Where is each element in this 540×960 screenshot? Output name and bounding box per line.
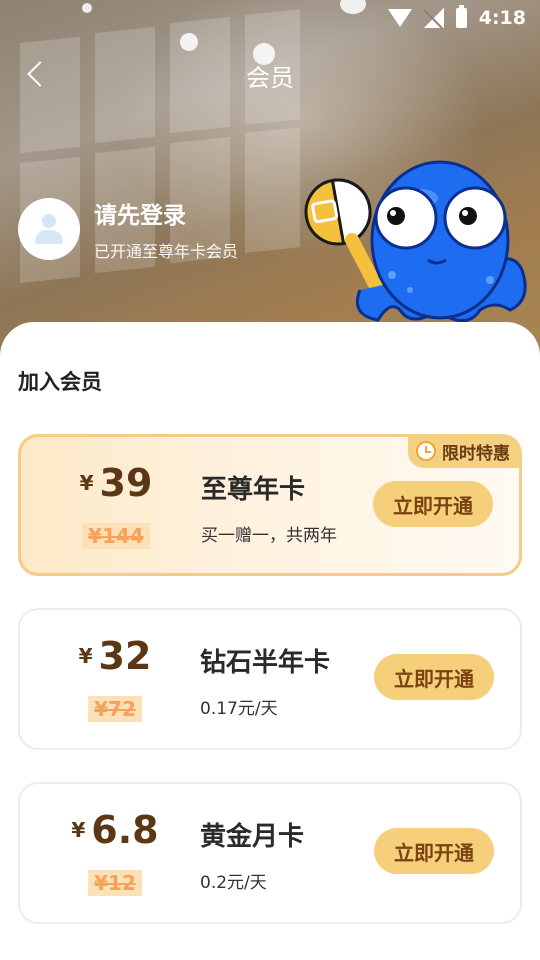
subscribe-button[interactable]: 立即开通 <box>373 481 493 527</box>
login-prompt[interactable]: 请先登录 <box>94 196 238 230</box>
original-price: ¥144 <box>82 523 150 549</box>
status-bar: 4:18 <box>0 0 540 36</box>
user-profile[interactable]: 请先登录 已开通至尊年卡会员 <box>18 196 238 262</box>
octopus-mascot-illustration <box>304 160 527 323</box>
currency-symbol: ¥ <box>78 644 93 668</box>
top-bar: 会员 <box>0 50 540 98</box>
currency-symbol: ¥ <box>71 818 86 842</box>
plan-price: ¥39 <box>21 461 211 505</box>
avatar[interactable] <box>18 198 80 260</box>
plan-name: 黄金月卡 <box>200 822 305 852</box>
badge-label: 限时特惠 <box>442 443 510 464</box>
price-amount: 39 <box>99 461 153 505</box>
plan-description: 买一赠一，共两年 <box>201 526 337 546</box>
subscribe-button[interactable]: 立即开通 <box>374 828 494 874</box>
signal-off-icon <box>423 8 444 28</box>
plan-card-annual[interactable]: 限时特惠 ¥39 ¥144 至尊年卡 买一赠一，共两年 立即开通 <box>18 434 522 576</box>
plan-card-monthly[interactable]: ¥6.8 ¥12 黄金月卡 0.2元/天 立即开通 <box>18 782 522 924</box>
page-title: 会员 <box>246 64 294 92</box>
plan-name: 至尊年卡 <box>201 475 306 505</box>
section-title: 加入会员 <box>18 370 102 394</box>
plan-price: ¥32 <box>20 634 210 678</box>
user-avatar-icon <box>32 212 66 246</box>
plan-description: 0.2元/天 <box>200 873 267 893</box>
price-amount: 6.8 <box>91 808 159 852</box>
battery-charging-icon <box>455 5 467 28</box>
price-amount: 32 <box>98 634 152 678</box>
currency-symbol: ¥ <box>79 471 94 495</box>
plan-description: 0.17元/天 <box>200 699 278 719</box>
status-time: 4:18 <box>478 7 526 29</box>
membership-status: 已开通至尊年卡会员 <box>94 242 239 261</box>
plan-price: ¥6.8 <box>20 808 210 852</box>
original-price: ¥72 <box>88 696 142 722</box>
original-price: ¥12 <box>88 870 142 896</box>
limited-offer-badge: 限时特惠 <box>408 434 522 468</box>
subscribe-button[interactable]: 立即开通 <box>374 654 494 700</box>
window-light <box>245 127 300 253</box>
clock-icon <box>416 441 436 461</box>
wifi-icon <box>387 9 412 27</box>
plan-name: 钻石半年卡 <box>200 648 331 678</box>
plan-card-half-year[interactable]: ¥32 ¥72 钻石半年卡 0.17元/天 立即开通 <box>18 608 522 750</box>
